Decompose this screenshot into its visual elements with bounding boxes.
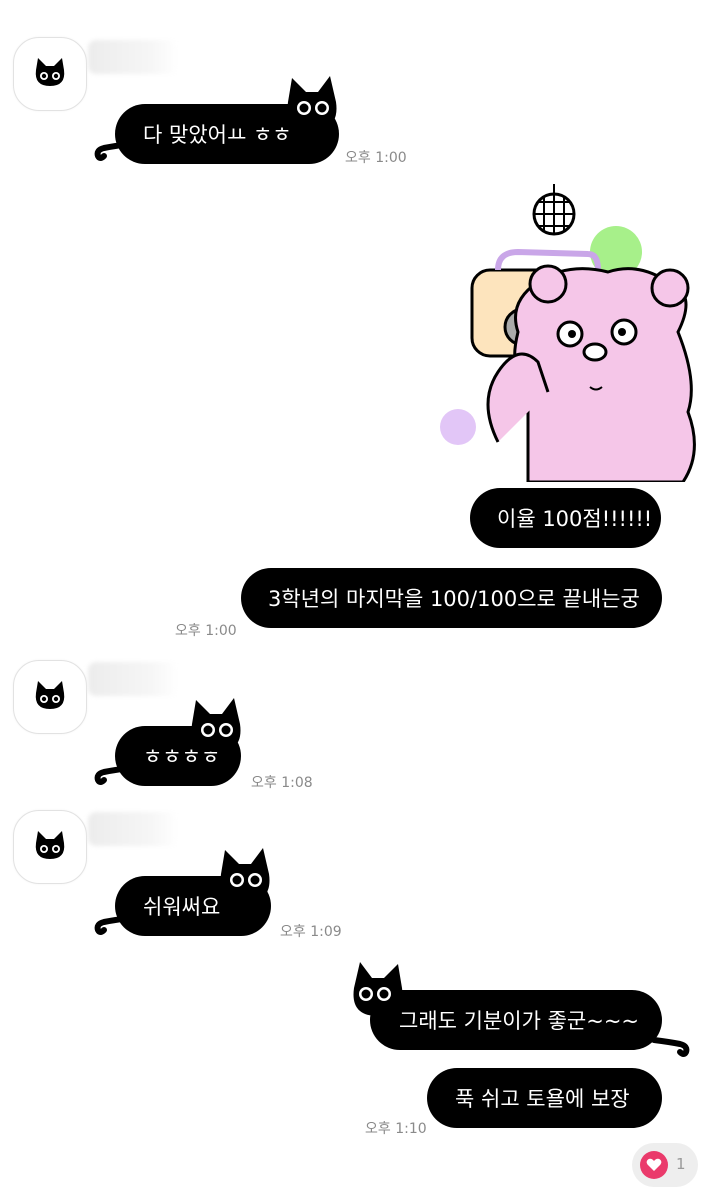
reaction-badge[interactable]: 1	[632, 1143, 698, 1187]
sender-name-blurred	[88, 40, 178, 74]
message-bubble[interactable]: 푹 쉬고 토욜에 보장	[427, 1068, 662, 1128]
sender-name-blurred	[88, 662, 178, 696]
avatar[interactable]	[13, 810, 87, 884]
cat-head-icon	[191, 698, 241, 752]
sticker-bear-boombox[interactable]	[438, 182, 708, 482]
black-cat-avatar-icon	[35, 681, 65, 709]
cat-head-icon	[220, 848, 270, 902]
message-bubble[interactable]: 이율 100점!!!!!!	[470, 488, 661, 548]
message-text: 쉬워써요	[143, 895, 221, 919]
message-text: 3학년의 마지막을 100/100으로 끝내는궁	[268, 587, 640, 611]
message-text: 푹 쉬고 토욜에 보장	[455, 1087, 630, 1111]
timestamp: 오후 1:00	[175, 623, 237, 639]
message-text: 다 맞았어ㅛ ㅎㅎ	[143, 123, 292, 147]
black-cat-avatar-icon	[35, 831, 65, 859]
message-bubble[interactable]: 3학년의 마지막을 100/100으로 끝내는궁	[241, 568, 662, 628]
message-bubble[interactable]: 그래도 기분이가 좋군~~~	[370, 990, 662, 1050]
timestamp: 오후 1:10	[365, 1121, 427, 1137]
message-text: 그래도 기분이가 좋군~~~	[399, 1009, 640, 1033]
timestamp: 오후 1:09	[280, 924, 342, 940]
message-text: 이율 100점!!!!!!	[497, 507, 653, 531]
reaction-count: 1	[676, 1155, 686, 1173]
black-cat-avatar-icon	[35, 58, 65, 86]
cat-head-icon	[287, 76, 337, 130]
heart-icon	[640, 1151, 668, 1179]
timestamp: 오후 1:08	[251, 775, 313, 791]
cat-head-icon	[353, 962, 403, 1016]
avatar[interactable]	[13, 37, 87, 111]
avatar[interactable]	[13, 660, 87, 734]
sender-name-blurred	[88, 812, 178, 846]
timestamp: 오후 1:00	[345, 150, 407, 166]
